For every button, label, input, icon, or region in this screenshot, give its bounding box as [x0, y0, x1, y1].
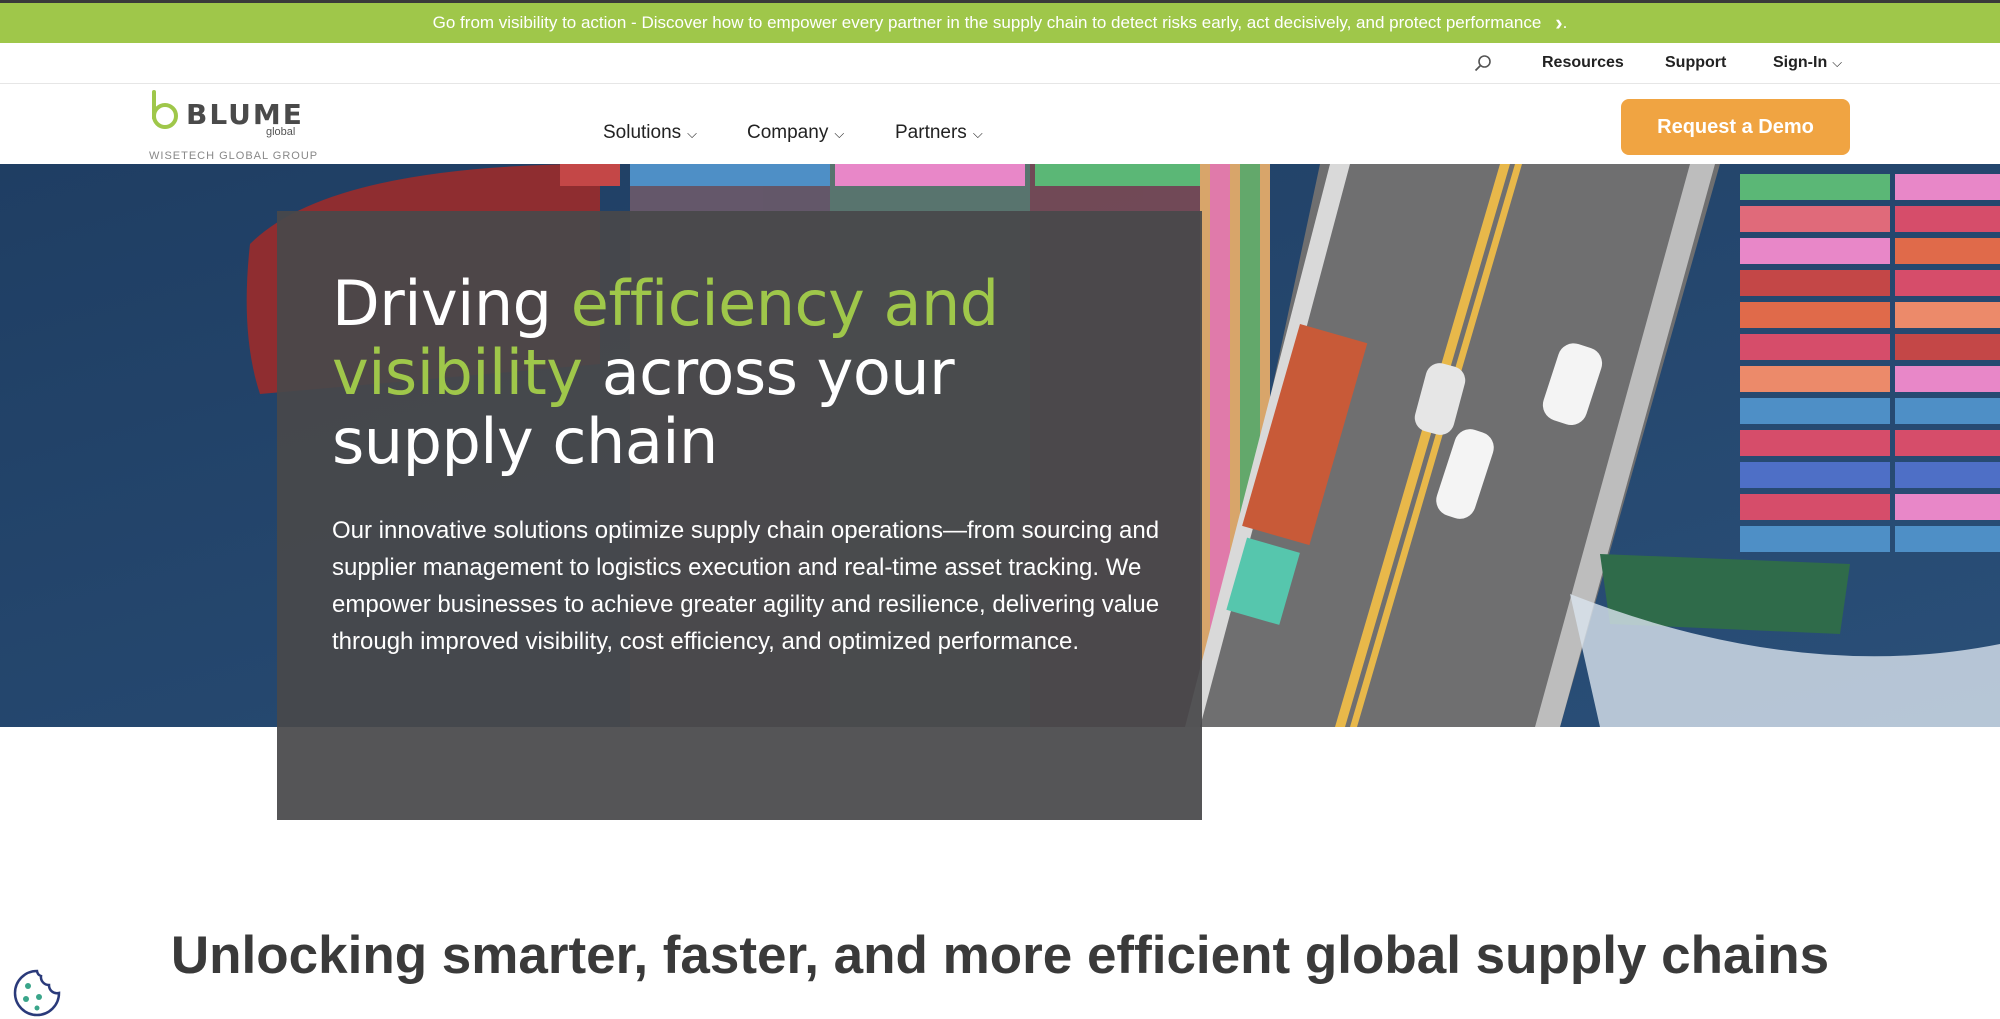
brand-group: WISETECH GLOBAL GROUP	[149, 150, 319, 162]
utility-nav: Resources Support Sign-In ⌵	[0, 43, 2000, 84]
main-nav: BLUME global WISETECH GLOBAL GROUP Solut…	[0, 84, 2000, 164]
signin-link[interactable]: Sign-In ⌵	[1773, 54, 1842, 72]
hero-panel: Driving efficiency and visibility across …	[277, 211, 1202, 820]
hero-title: Driving efficiency and visibility across …	[332, 269, 1172, 476]
nav-company[interactable]: Company ⌵	[747, 122, 844, 144]
nav-solutions-label: Solutions	[603, 122, 682, 143]
nav-company-label: Company	[747, 122, 829, 143]
request-demo-button[interactable]: Request a Demo	[1621, 99, 1850, 155]
hero-description: Our innovative solutions optimize supply…	[332, 517, 1160, 655]
chevron-down-icon: ⌵	[972, 126, 983, 141]
cookie-settings-icon[interactable]	[12, 968, 62, 1018]
chevron-right-icon[interactable]: ›	[1555, 12, 1562, 34]
announcement-bar[interactable]: Go from visibility to action - Discover …	[0, 0, 2000, 43]
support-link[interactable]: Support	[1665, 54, 1726, 72]
hero-title-accent1: efficiency and	[570, 267, 999, 340]
announcement-trailing: .	[1562, 13, 1568, 32]
hero-title-accent2: visibility	[332, 336, 583, 409]
search-icon[interactable]	[1474, 54, 1492, 72]
resources-link[interactable]: Resources	[1542, 54, 1624, 72]
nav-partners-label: Partners	[895, 122, 967, 143]
brand-logo[interactable]: BLUME global WISETECH GLOBAL GROUP	[148, 88, 318, 162]
logo-mark-icon	[152, 90, 178, 129]
chevron-down-icon: ⌵	[834, 126, 845, 141]
nav-partners[interactable]: Partners ⌵	[895, 122, 983, 144]
section-heading: Unlocking smarter, faster, and more effi…	[170, 926, 1830, 985]
signin-label: Sign-In	[1773, 54, 1828, 71]
chevron-down-icon: ⌵	[1832, 55, 1843, 70]
chevron-down-icon: ⌵	[687, 126, 698, 141]
brand-sub: global	[266, 126, 296, 138]
nav-solutions[interactable]: Solutions ⌵	[603, 122, 697, 144]
hero-title-part1: Driving	[332, 267, 571, 340]
announcement-text[interactable]: Go from visibility to action - Discover …	[433, 13, 1542, 33]
